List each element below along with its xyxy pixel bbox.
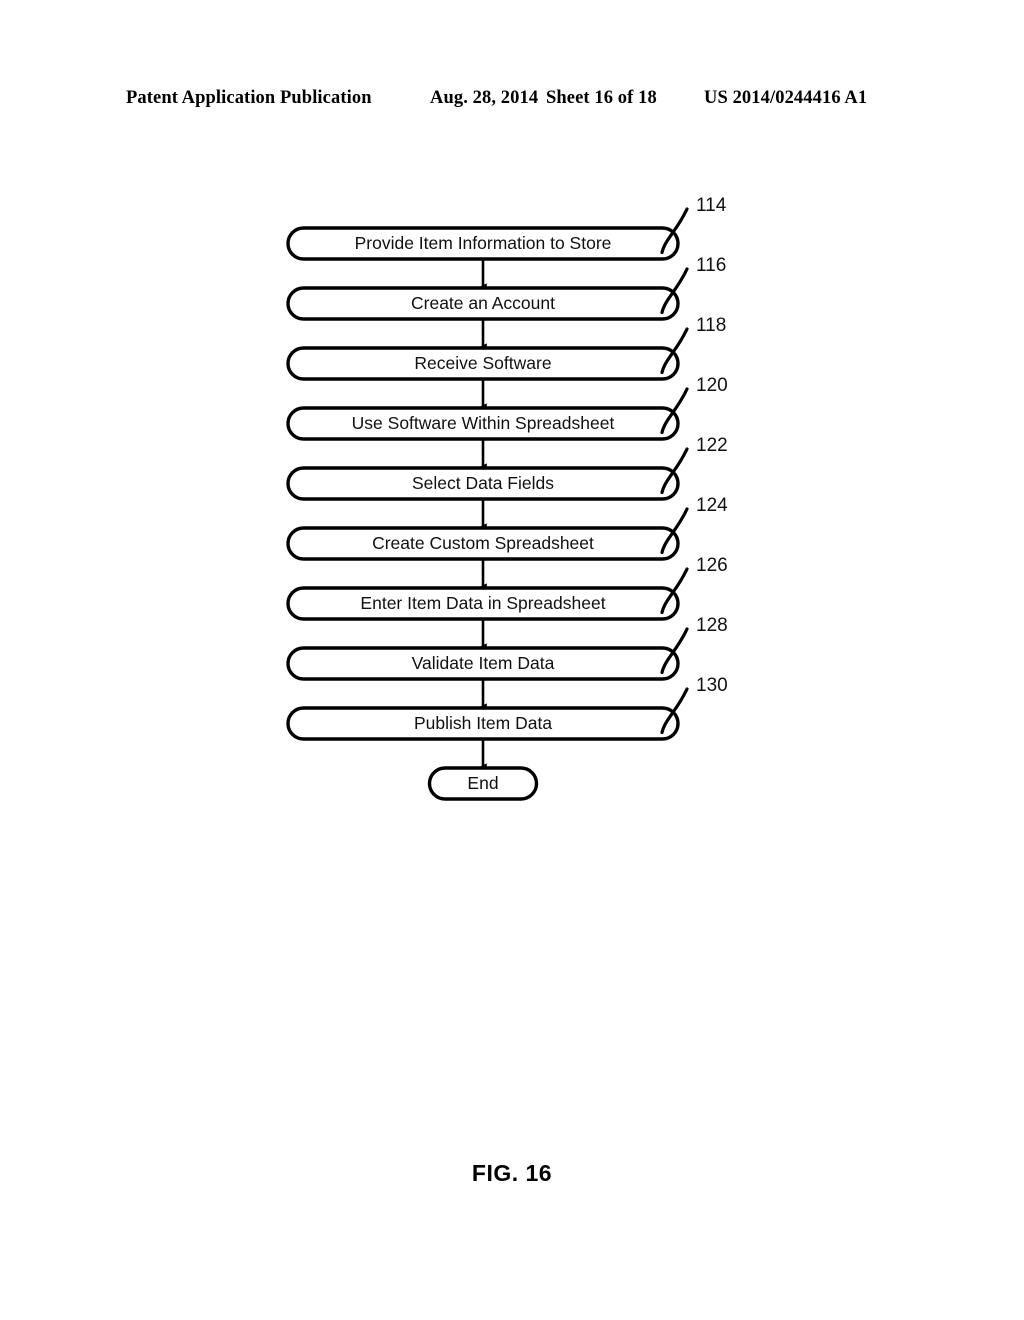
reference-numeral: 114 (696, 195, 727, 216)
flowchart-node-label: Enter Item Data in Spreadsheet (360, 593, 605, 613)
flowchart-node-label: Use Software Within Spreadsheet (352, 413, 615, 433)
flowchart-node-label: Create Custom Spreadsheet (372, 533, 594, 553)
flowchart-node-label: Create an Account (411, 293, 555, 313)
reference-numeral: 130 (696, 675, 728, 696)
flowchart-node-label: Select Data Fields (412, 473, 554, 493)
flowchart-node-label: Publish Item Data (414, 713, 552, 733)
reference-numeral: 118 (696, 315, 726, 336)
figure-caption: FIG. 16 (471, 1160, 553, 1186)
flowchart-node-label: Validate Item Data (412, 653, 555, 673)
flowchart-canvas: Provide Item Information to Store 114 Crea… (286, 195, 728, 801)
reference-numeral: 120 (696, 375, 728, 396)
flowchart-node-label: Receive Software (414, 353, 551, 373)
flowchart-figure: Provide Item Information to Store 114 Crea… (0, 0, 1024, 1320)
reference-numeral: 128 (696, 615, 728, 636)
reference-numeral: 126 (696, 555, 728, 576)
flowchart-terminator-label: End (467, 773, 498, 793)
reference-numeral: 116 (696, 255, 726, 276)
reference-numeral: 122 (696, 435, 728, 456)
flowchart-node-label: Provide Item Information to Store (355, 233, 612, 253)
reference-numeral: 124 (696, 495, 728, 516)
